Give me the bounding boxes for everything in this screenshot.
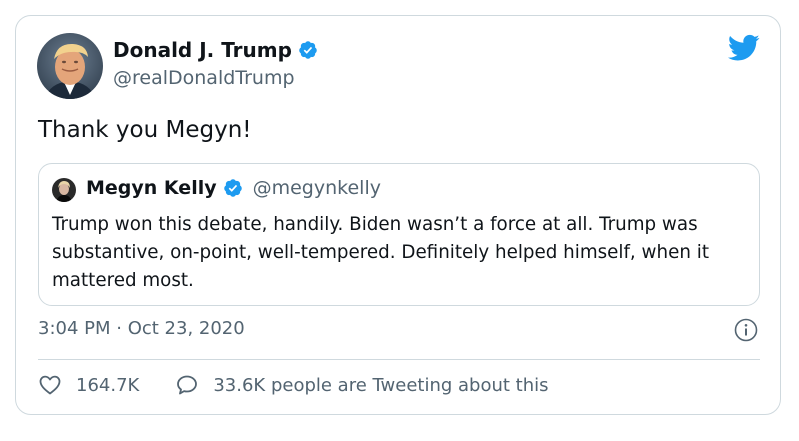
quoted-author-name[interactable]: Megyn Kelly [86,177,217,199]
author-handle[interactable]: @realDonaldTrump [113,67,295,89]
quoted-tweet[interactable]: Megyn Kelly @megynkelly Trump won this d… [38,163,760,306]
author-avatar-image [37,33,103,99]
quoted-author-avatar[interactable] [52,178,76,202]
info-icon[interactable] [734,318,758,342]
divider [38,359,760,360]
tweet-card[interactable]: Donald J. Trump @realDonaldTrump Thank y… [15,15,781,415]
speech-bubble-icon[interactable] [175,373,199,397]
twitter-bird-icon[interactable] [728,34,760,62]
conversation-action[interactable]: 33.6K people are Tweeting about this [175,373,549,397]
verified-badge-icon [299,41,317,59]
quoted-author-handle[interactable]: @megynkelly [253,177,381,199]
author-name-row[interactable]: Donald J. Trump [113,38,318,62]
tweet-actions: 164.7K 33.6K people are Tweeting about t… [38,373,549,397]
author-name[interactable]: Donald J. Trump [113,38,292,62]
quoted-avatar-image [52,178,76,202]
author-avatar[interactable] [37,33,103,99]
heart-icon[interactable] [38,373,62,397]
conversation-text[interactable]: 33.6K people are Tweeting about this [213,375,548,396]
quoted-tweet-text: Trump won this debate, handily. Biden wa… [52,214,709,291]
like-count: 164.7K [76,374,140,396]
like-action[interactable]: 164.7K [38,373,139,397]
quoted-header[interactable]: Megyn Kelly @megynkelly [86,177,381,199]
verified-badge-icon [223,179,242,197]
tweet-timestamp[interactable]: 3:04 PM · Oct 23, 2020 [38,318,245,339]
tweet-text: Thank you Megyn! [38,117,252,143]
